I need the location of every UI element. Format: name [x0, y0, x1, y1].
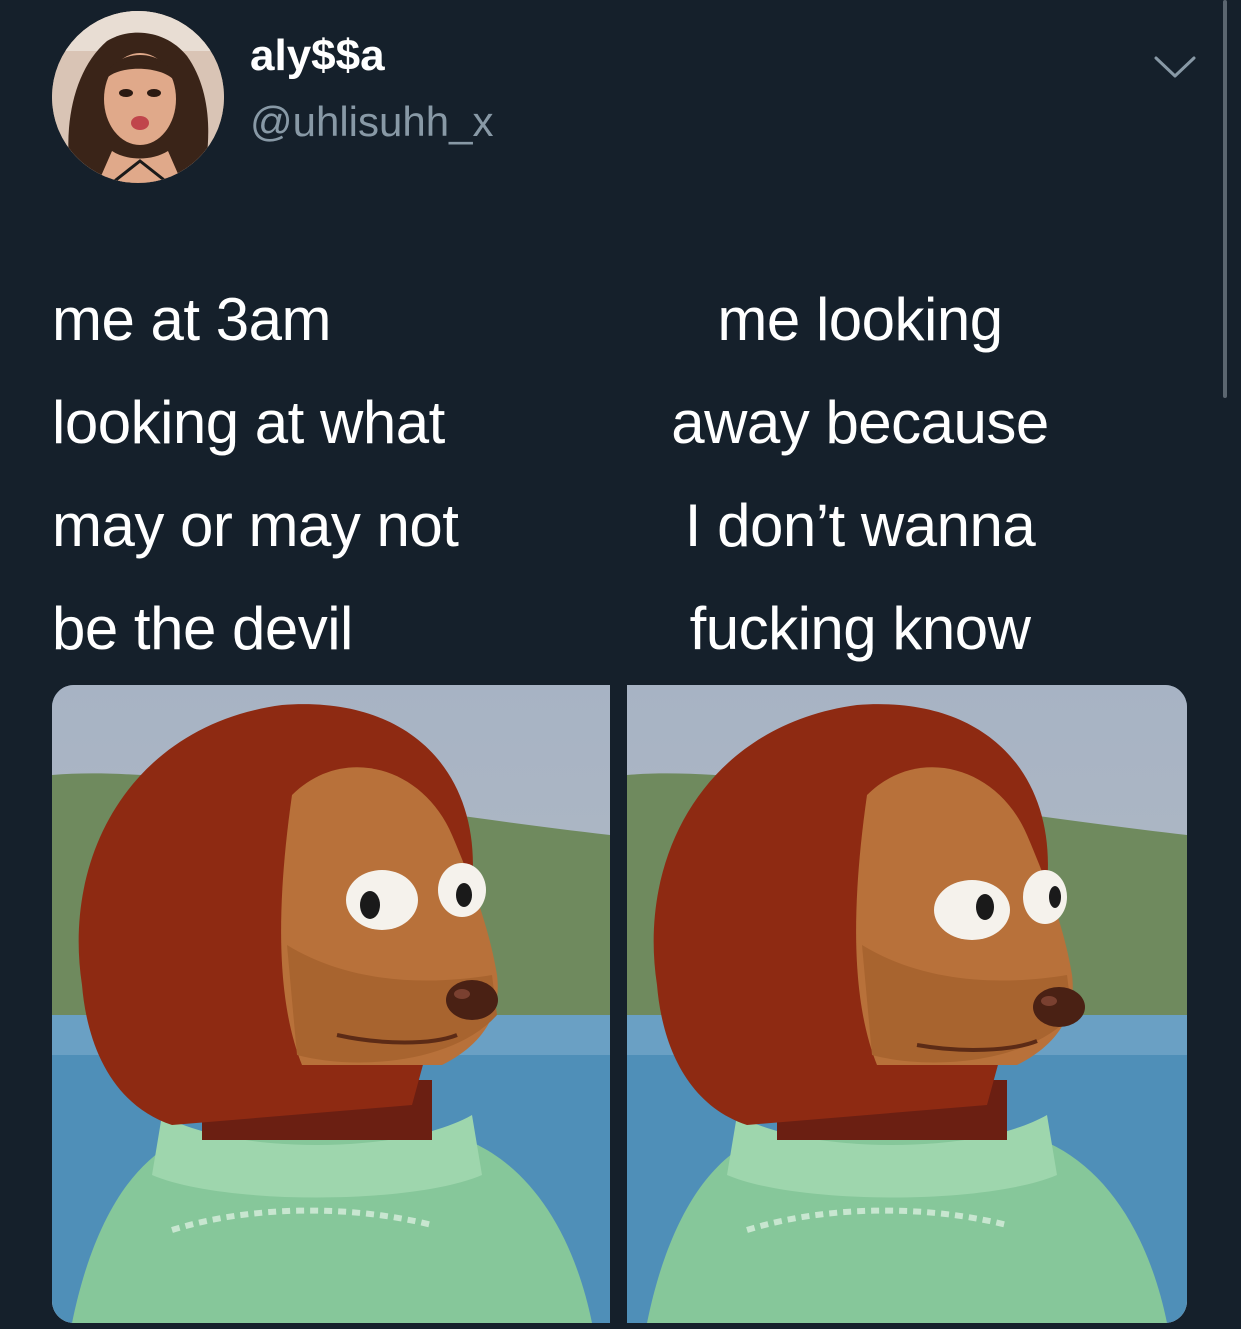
- display-name[interactable]: aly$$a: [250, 34, 385, 78]
- caption-line: fucking know: [689, 595, 1031, 662]
- puppet-looking-away-image[interactable]: [627, 685, 1187, 1323]
- caption-line: be the devil: [52, 595, 353, 662]
- caption-line: I don’t wanna: [684, 492, 1036, 559]
- tweet-header: aly$$a @uhlisuhh_x: [0, 0, 1241, 200]
- scrollbar[interactable]: [1223, 0, 1227, 398]
- caption-line: away because: [671, 389, 1049, 456]
- caption-line: me looking: [717, 286, 1003, 353]
- avatar-photo: [52, 11, 224, 183]
- avatar[interactable]: [52, 11, 224, 183]
- caption-line: looking at what: [52, 389, 445, 456]
- caption-left: me at 3am looking at what may or may not…: [52, 268, 612, 680]
- caption-right: me looking away because I don’t wanna fu…: [580, 268, 1140, 680]
- puppet-looking-image[interactable]: [52, 685, 610, 1323]
- caption-line: may or may not: [52, 492, 459, 559]
- user-handle[interactable]: @uhlisuhh_x: [250, 101, 493, 143]
- caption-line: me at 3am: [52, 286, 331, 353]
- chevron-down-icon[interactable]: [1150, 50, 1200, 84]
